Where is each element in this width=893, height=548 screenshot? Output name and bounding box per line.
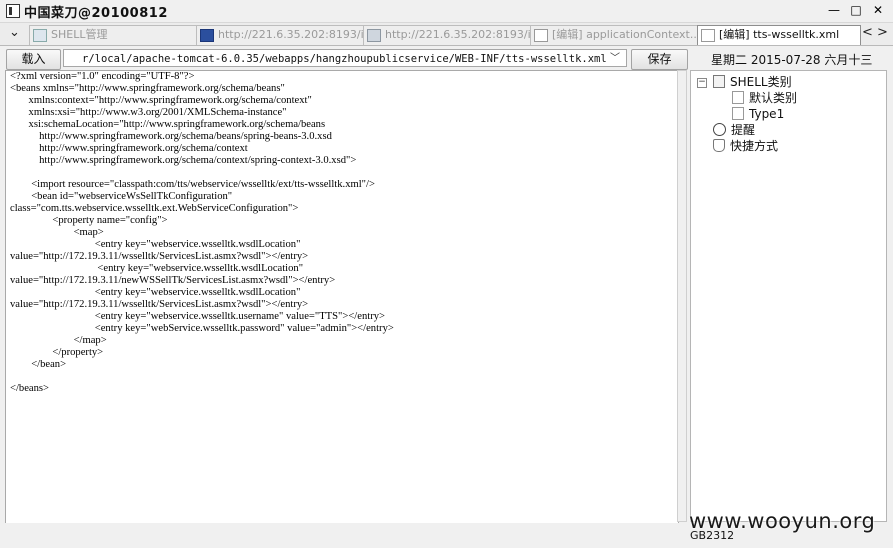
maximize-button[interactable]: □ — [849, 3, 863, 17]
folder-icon — [367, 29, 381, 42]
tab-next-icon[interactable]: > — [877, 25, 888, 40]
folder-icon — [713, 75, 725, 88]
encoding-indicator: GB2312 — [690, 529, 735, 542]
tab-label: [编辑] applicationContext.... — [552, 28, 698, 41]
load-button[interactable]: 载入 — [6, 49, 61, 70]
category-tree: − SHELL类别 默认类别 Type1 提醒 快捷方式 — [690, 70, 887, 522]
tree-node-shortcuts[interactable]: 快捷方式 — [713, 139, 778, 153]
tab-bar: ⌄ SHELL管理 http://221.6.35.202:8193/i... … — [0, 23, 893, 46]
text-editor[interactable]: <?xml version="1.0" encoding="UTF-8"?> <… — [5, 70, 679, 524]
file-icon — [534, 29, 548, 42]
tree-node-default-category[interactable]: 默认类别 — [732, 91, 797, 105]
app-icon — [6, 4, 20, 18]
chevron-down-icon[interactable]: ﹀ — [610, 50, 620, 66]
tree-node-label: 快捷方式 — [730, 139, 779, 153]
title-bar: 中国菜刀@20100812 — □ ✕ — [0, 0, 893, 23]
tab-file-manager[interactable]: http://221.6.35.202:8193/i... — [363, 25, 531, 45]
file-icon — [701, 29, 715, 42]
tab-edit-application-context[interactable]: [编辑] applicationContext.... — [530, 25, 698, 45]
close-button[interactable]: ✕ — [871, 3, 885, 17]
tab-label: SHELL管理 — [51, 28, 108, 41]
tab-list-menu-icon[interactable]: ⌄ — [9, 25, 20, 40]
tab-label: http://221.6.35.202:8193/i... — [385, 28, 531, 41]
editor-scrollbar[interactable] — [677, 70, 687, 522]
file-icon — [732, 107, 744, 120]
tab-label: [编辑] tts-wsselltk.xml — [719, 28, 840, 41]
shell-icon — [33, 29, 47, 42]
terminal-icon — [200, 29, 214, 42]
editor-content[interactable]: <?xml version="1.0" encoding="UTF-8"?> <… — [6, 71, 678, 395]
tree-node-type1[interactable]: Type1 — [732, 107, 784, 121]
file-icon — [732, 91, 744, 104]
status-bar: www.wooyun.org GB2312 — [0, 509, 893, 548]
hand-icon — [713, 139, 725, 152]
tree-node-label: Type1 — [749, 107, 785, 121]
clock-icon — [713, 123, 726, 136]
collapse-icon[interactable]: − — [697, 78, 707, 88]
tab-label: http://221.6.35.202:8193/i... — [218, 28, 364, 41]
tab-edit-tts-wsselltk[interactable]: [编辑] tts-wsselltk.xml — [697, 25, 861, 45]
toolbar: 载入 r/local/apache-tomcat-6.0.35/webapps/… — [0, 46, 893, 70]
date-display: 星期二 2015-07-28 六月十三 — [711, 53, 873, 67]
tree-node-label: SHELL类别 — [730, 75, 792, 89]
save-button[interactable]: 保存 — [631, 49, 688, 70]
minimize-button[interactable]: — — [827, 3, 841, 17]
tab-prev-icon[interactable]: < — [862, 25, 873, 40]
tree-node-shell-category[interactable]: SHELL类别 — [713, 75, 792, 89]
tree-node-label: 默认类别 — [749, 91, 798, 105]
tab-terminal[interactable]: http://221.6.35.202:8193/i... — [196, 25, 364, 45]
tree-node-label: 提醒 — [731, 123, 756, 137]
file-path-input[interactable]: r/local/apache-tomcat-6.0.35/webapps/han… — [63, 49, 627, 67]
file-path-value: r/local/apache-tomcat-6.0.35/webapps/han… — [82, 53, 607, 65]
window-title: 中国菜刀@20100812 — [24, 6, 168, 21]
tab-shell-manager[interactable]: SHELL管理 — [29, 25, 197, 45]
tree-node-reminder[interactable]: 提醒 — [713, 123, 755, 137]
